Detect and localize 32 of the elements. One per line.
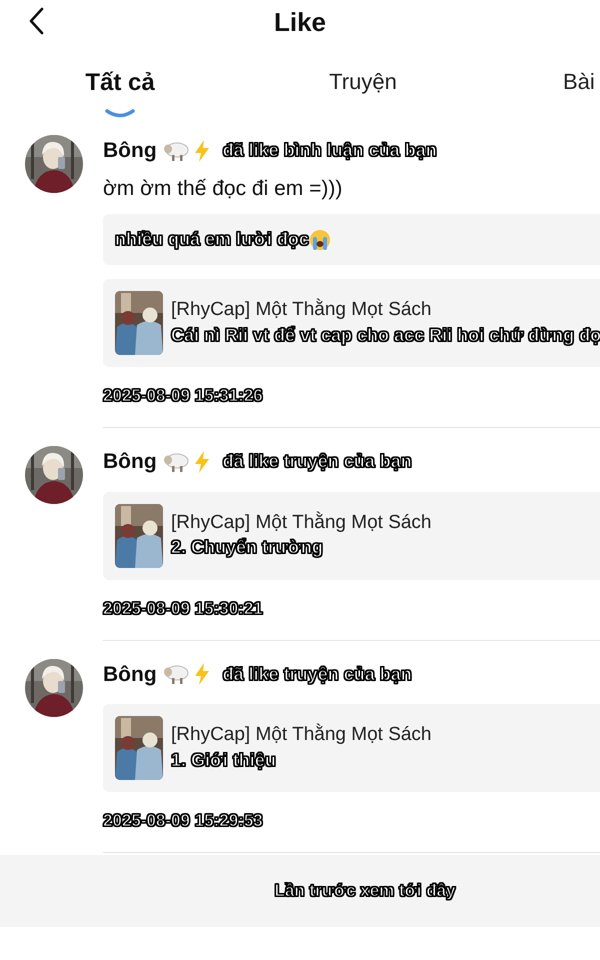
- tab[interactable]: Truyện: [240, 69, 486, 96]
- action-text: đã like bình luận của bạn: [222, 139, 437, 162]
- user-name[interactable]: Bông: [103, 446, 157, 478]
- page-title: Like: [274, 6, 326, 39]
- tab[interactable]: Bài: [563, 69, 595, 96]
- action-text: đã like truyện của bạn: [222, 662, 412, 687]
- comment-text: ờm ờm thế đọc đi em =))): [103, 176, 344, 202]
- user-name[interactable]: Bông: [103, 658, 157, 690]
- tab-indicator: [104, 108, 136, 118]
- tab[interactable]: Tất cả: [0, 69, 240, 98]
- story-title: [RhyCap] Một Thằng Mọt Sách: [171, 298, 432, 322]
- sheep-icon: [162, 450, 189, 473]
- sheep-icon: [162, 140, 189, 162]
- lightning-icon: [192, 450, 211, 474]
- lightning-icon: [192, 662, 211, 686]
- lightning-icon: [192, 138, 211, 163]
- user-name[interactable]: Bông: [103, 135, 157, 166]
- crying-face-icon: [308, 228, 331, 250]
- story-card[interactable]: [RhyCap] Một Thằng Mọt Sách 2. Chuyển trường: [103, 492, 600, 580]
- timestamp: 2025-08-09 15:29:53: [103, 810, 263, 832]
- sheep-icon: [162, 663, 189, 686]
- action-text: đã like truyện của bạn: [222, 450, 412, 474]
- footer-text: Lần trước xem tới đây: [274, 880, 456, 902]
- timestamp: 2025-08-09 15:31:26: [103, 385, 263, 407]
- story-title: [RhyCap] Một Thằng Mọt Sách: [171, 510, 432, 535]
- back-icon: [28, 7, 44, 35]
- story-card[interactable]: [RhyCap] Một Thằng Mọt Sách 1. Giới thiệu: [103, 704, 600, 792]
- story-title: [RhyCap] Một Thằng Mọt Sách: [171, 723, 432, 748]
- reply-text: nhiều quá em lười đọc: [115, 228, 309, 251]
- timestamp: 2025-08-09 15:30:21: [103, 598, 263, 620]
- story-detail: 1. Giới thiệu: [171, 748, 277, 772]
- story-detail: 2. Chuyển trường: [171, 536, 324, 560]
